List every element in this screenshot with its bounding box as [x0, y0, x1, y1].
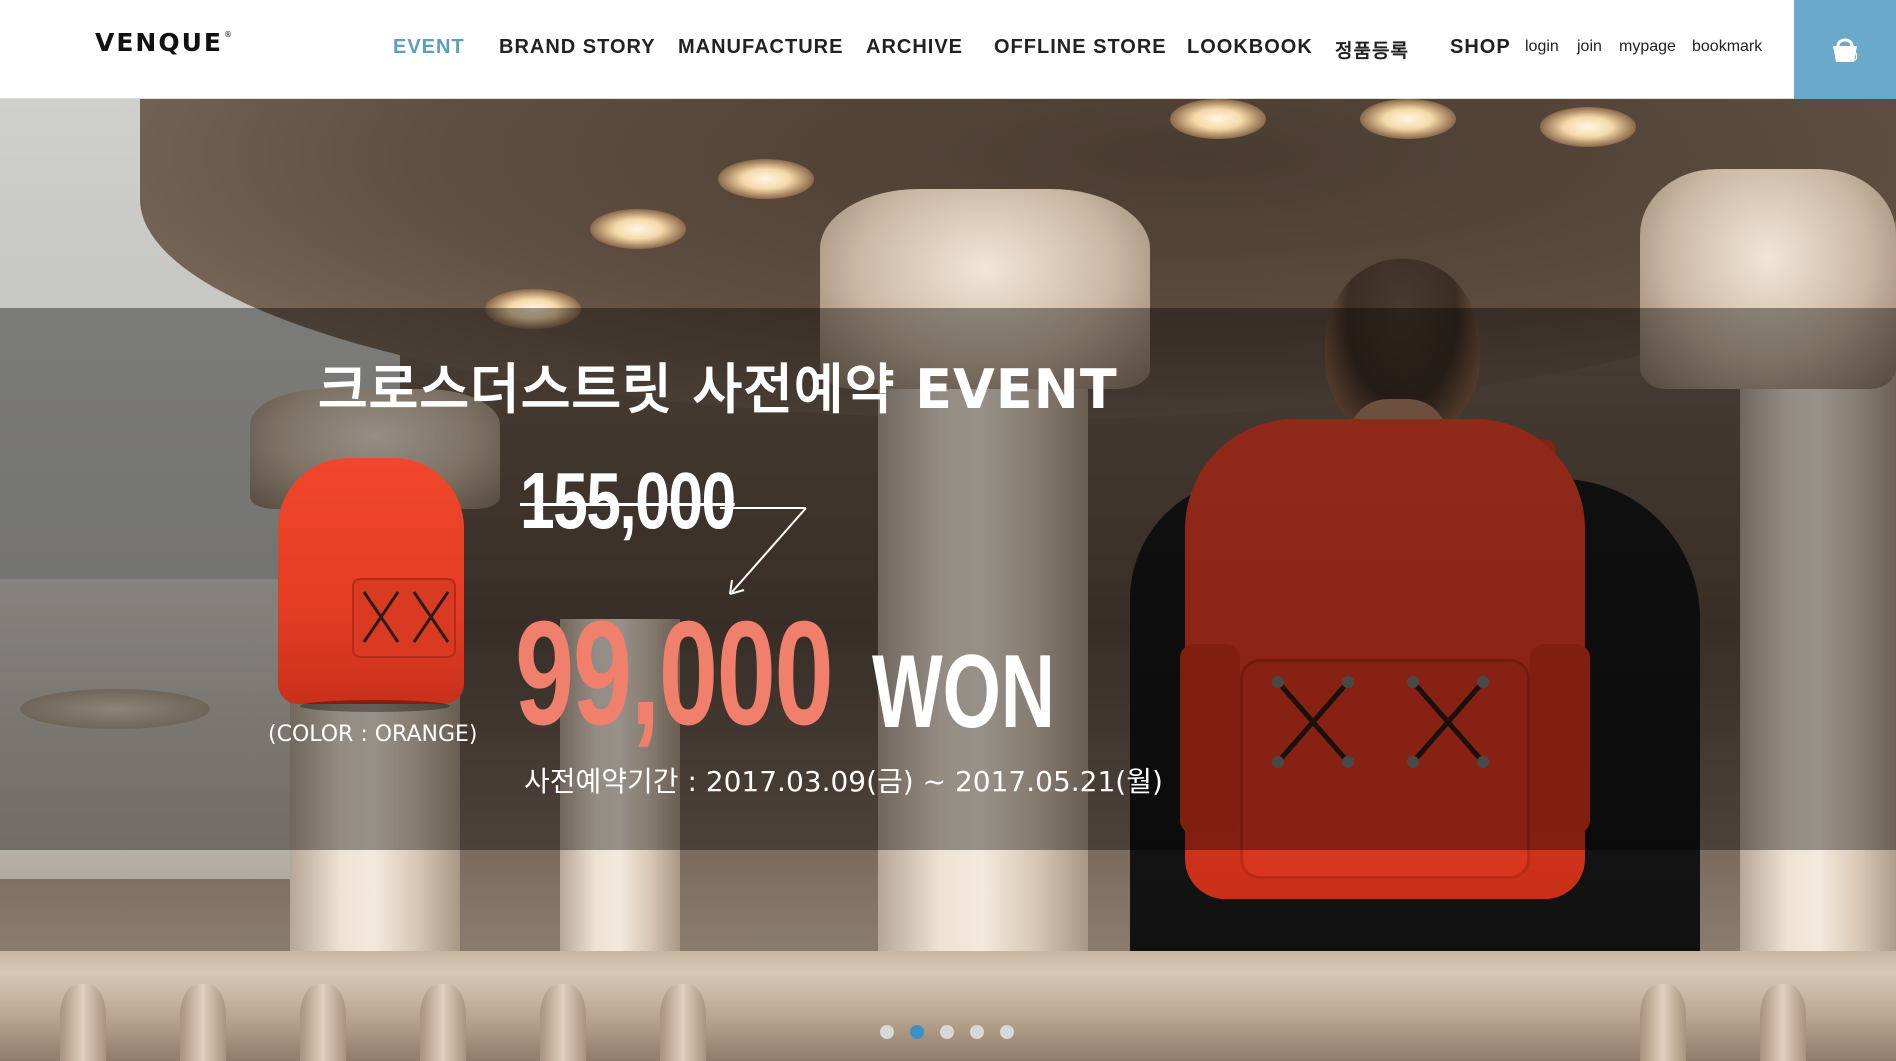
currency-label: WON [872, 634, 1056, 750]
baluster [1640, 984, 1686, 1061]
baluster [420, 984, 466, 1061]
product-shadow [300, 700, 450, 712]
site-header: VENQUE® EVENT BRAND STORY MANUFACTURE AR… [0, 0, 1896, 99]
cross-lace-icon [362, 591, 450, 643]
bookmark-link[interactable]: bookmark [1692, 38, 1762, 56]
join-link[interactable]: join [1577, 38, 1602, 56]
ceiling-light [1170, 99, 1266, 139]
ceiling-light [718, 159, 814, 199]
ceiling-light [590, 209, 686, 249]
baluster [540, 984, 586, 1061]
slide-dot-3[interactable] [940, 1025, 954, 1039]
event-title: 크로스더스트릿 사전예약 EVENT [318, 358, 1118, 421]
main-nav: EVENT BRAND STORY MANUFACTURE ARCHIVE OF… [0, 0, 1790, 99]
ceiling-light [1540, 107, 1636, 147]
arrow-down-left-icon [720, 507, 807, 595]
preorder-period: 사전예약기간 : 2017.03.09(금) ~ 2017.05.21(월) [524, 765, 1163, 798]
nav-item-archive[interactable]: ARCHIVE [866, 36, 963, 59]
product-color-label: (COLOR : ORANGE) [268, 722, 478, 747]
nav-item-event[interactable]: EVENT [393, 36, 465, 59]
cart-count-badge: 0 [1850, 48, 1858, 64]
nav-item-manufacture[interactable]: MANUFACTURE [678, 36, 843, 59]
login-link[interactable]: login [1525, 38, 1559, 56]
slide-dot-5[interactable] [1000, 1025, 1014, 1039]
sale-price: 99,000 [515, 591, 834, 756]
slide-dot-4[interactable] [970, 1025, 984, 1039]
baluster [300, 984, 346, 1061]
baluster [60, 984, 106, 1061]
baluster [660, 984, 706, 1061]
mypage-link[interactable]: mypage [1619, 38, 1676, 56]
original-price: 155,000 [520, 456, 736, 545]
balustrade [0, 951, 1896, 1061]
slide-dot-2[interactable] [910, 1025, 924, 1039]
cart-button[interactable]: 0 [1794, 0, 1896, 99]
product-backpack-pocket [352, 578, 456, 658]
nav-item-authentication[interactable]: 정품등록 [1335, 36, 1409, 63]
nav-item-lookbook[interactable]: LOOKBOOK [1187, 36, 1313, 59]
slider-pagination [880, 1025, 1014, 1039]
slide-dot-1[interactable] [880, 1025, 894, 1039]
nav-item-shop[interactable]: SHOP [1450, 36, 1511, 59]
baluster [1760, 984, 1806, 1061]
nav-item-offline-store[interactable]: OFFLINE STORE [994, 36, 1167, 59]
nav-item-brand-story[interactable]: BRAND STORY [499, 36, 656, 59]
ceiling-light [1360, 99, 1456, 139]
baluster [180, 984, 226, 1061]
